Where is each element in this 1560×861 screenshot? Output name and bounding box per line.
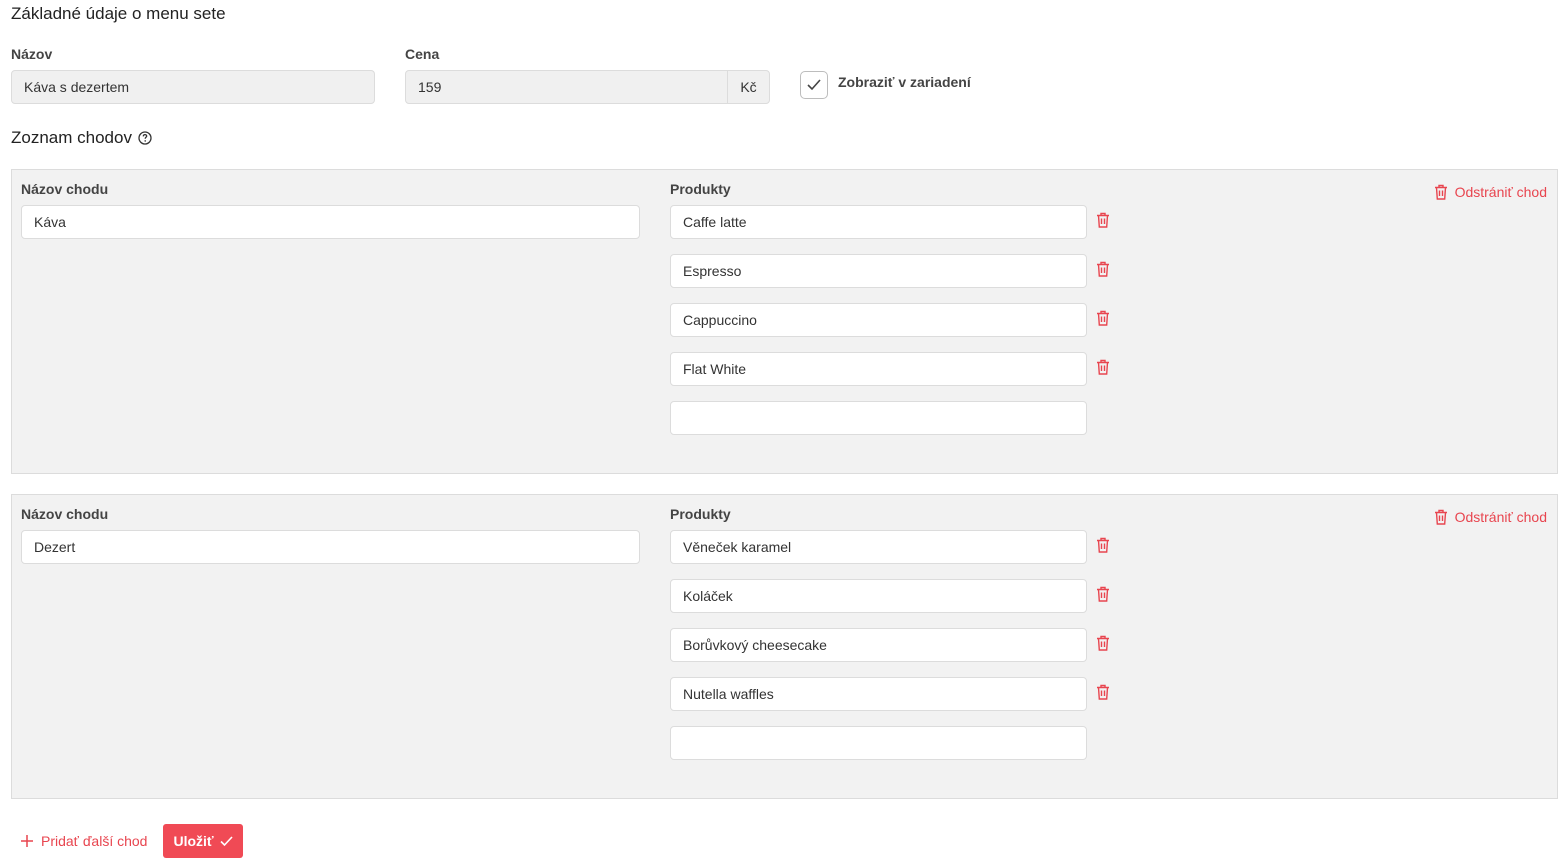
help-icon[interactable]	[138, 131, 152, 145]
new-product-input[interactable]	[670, 726, 1087, 760]
courses-section-title: Zoznam chodov	[11, 128, 152, 148]
remove-course-label: Odstrániť chod	[1454, 184, 1547, 200]
trash-icon	[1434, 184, 1447, 200]
product-input[interactable]	[670, 254, 1087, 288]
save-button[interactable]: Uložiť	[163, 824, 243, 858]
trash-icon	[1097, 537, 1109, 553]
trash-icon	[1097, 586, 1109, 602]
remove-product-button[interactable]	[1094, 682, 1112, 702]
trash-icon	[1097, 684, 1109, 700]
remove-product-button[interactable]	[1094, 535, 1112, 555]
name-label: Názov	[11, 46, 53, 62]
checkmark-icon	[220, 835, 233, 846]
trash-icon	[1434, 509, 1447, 525]
display-in-device-label: Zobraziť v zariadení	[838, 74, 971, 90]
product-input[interactable]	[670, 677, 1087, 711]
display-in-device-checkbox[interactable]	[800, 71, 828, 99]
products-label: Produkty	[670, 506, 731, 522]
trash-icon	[1097, 212, 1109, 228]
set-name-input[interactable]	[11, 70, 375, 104]
save-label: Uložiť	[173, 833, 214, 849]
product-input[interactable]	[670, 628, 1087, 662]
remove-product-button[interactable]	[1094, 357, 1112, 377]
course-name-input[interactable]	[21, 530, 640, 564]
trash-icon	[1097, 359, 1109, 375]
form-actions: Pridať ďalší chod Uložiť	[20, 824, 243, 858]
product-input[interactable]	[670, 579, 1087, 613]
courses-title-text: Zoznam chodov	[11, 128, 132, 147]
course-panel: Názov chodu Produkty Odstrániť chod	[11, 494, 1558, 799]
checkmark-icon	[807, 79, 821, 91]
trash-icon	[1097, 261, 1109, 277]
product-input[interactable]	[670, 530, 1087, 564]
remove-course-label: Odstrániť chod	[1454, 509, 1547, 525]
plus-icon	[21, 835, 33, 847]
remove-course-button[interactable]: Odstrániť chod	[1434, 184, 1547, 200]
remove-product-button[interactable]	[1094, 633, 1112, 653]
course-name-label: Názov chodu	[21, 181, 109, 197]
remove-product-button[interactable]	[1094, 259, 1112, 279]
products-label: Produkty	[670, 181, 731, 197]
course-name-input[interactable]	[21, 205, 640, 239]
price-input[interactable]	[406, 71, 727, 103]
product-input[interactable]	[670, 352, 1087, 386]
new-product-input[interactable]	[670, 401, 1087, 435]
course-name-label: Názov chodu	[21, 506, 109, 522]
remove-product-button[interactable]	[1094, 584, 1112, 604]
product-input[interactable]	[670, 303, 1087, 337]
price-field: Kč	[405, 70, 770, 104]
remove-course-button[interactable]: Odstrániť chod	[1434, 509, 1547, 525]
product-input[interactable]	[670, 205, 1087, 239]
add-course-label: Pridať ďalší chod	[41, 833, 148, 849]
trash-icon	[1097, 310, 1109, 326]
remove-product-button[interactable]	[1094, 210, 1112, 230]
price-label: Cena	[405, 46, 440, 62]
currency-addon: Kč	[727, 71, 769, 103]
page-title: Základné údaje o menu sete	[11, 4, 226, 23]
remove-product-button[interactable]	[1094, 308, 1112, 328]
add-course-button[interactable]: Pridať ďalší chod	[20, 833, 147, 849]
course-panel: Názov chodu Produkty Odstrániť chod	[11, 169, 1558, 474]
trash-icon	[1097, 635, 1109, 651]
